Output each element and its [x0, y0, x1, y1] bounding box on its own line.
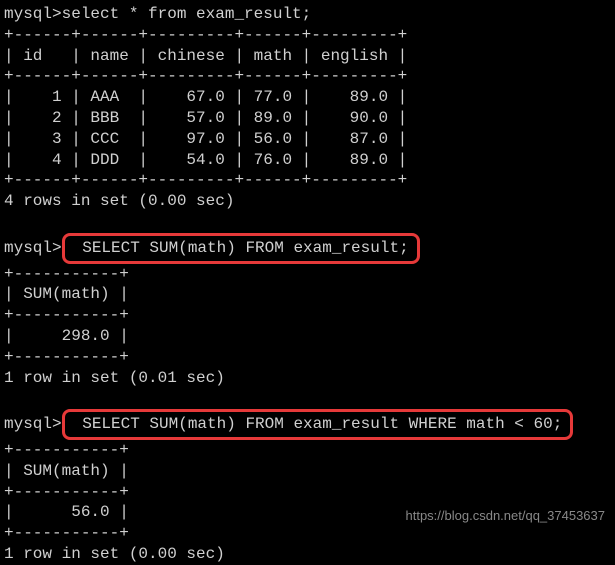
table3-border-mid: +-----------+ [0, 482, 615, 503]
query3-line[interactable]: mysql> SELECT SUM(math) FROM exam_result… [0, 409, 615, 440]
table3-status: 1 row in set (0.00 sec) [0, 544, 615, 565]
blank-line [0, 212, 615, 233]
table1-row: | 1 | AAA | 67.0 | 77.0 | 89.0 | [0, 87, 615, 108]
table1-header: | id | name | chinese | math | english | [0, 46, 615, 67]
query2-line[interactable]: mysql> SELECT SUM(math) FROM exam_result… [0, 233, 615, 264]
table1-row: | 2 | BBB | 57.0 | 89.0 | 90.0 | [0, 108, 615, 129]
table3-border-top: +-----------+ [0, 440, 615, 461]
query1-line[interactable]: mysql> select * from exam_result; [0, 4, 615, 25]
table2-header: | SUM(math) | [0, 284, 615, 305]
table2-border-mid: +-----------+ [0, 305, 615, 326]
mysql-prompt: mysql> [4, 238, 62, 259]
query2-highlight: SELECT SUM(math) FROM exam_result; [62, 233, 420, 264]
table1-border-top: +------+------+---------+------+--------… [0, 25, 615, 46]
query1-text: select * from exam_result; [62, 4, 312, 25]
table1-row: | 4 | DDD | 54.0 | 76.0 | 89.0 | [0, 150, 615, 171]
query3-highlight: SELECT SUM(math) FROM exam_result WHERE … [62, 409, 574, 440]
table3-header: | SUM(math) | [0, 461, 615, 482]
table1-status: 4 rows in set (0.00 sec) [0, 191, 615, 212]
mysql-prompt: mysql> [4, 4, 62, 25]
mysql-prompt: mysql> [4, 414, 62, 435]
table2-border-top: +-----------+ [0, 264, 615, 285]
watermark: https://blog.csdn.net/qq_37453637 [406, 508, 606, 525]
table2-border-bot: +-----------+ [0, 347, 615, 368]
table2-status: 1 row in set (0.01 sec) [0, 368, 615, 389]
blank-line [0, 388, 615, 409]
table1-border-mid: +------+------+---------+------+--------… [0, 66, 615, 87]
table1-border-bot: +------+------+---------+------+--------… [0, 170, 615, 191]
table3-border-bot: +-----------+ [0, 523, 615, 544]
table1-row: | 3 | CCC | 97.0 | 56.0 | 87.0 | [0, 129, 615, 150]
table2-row: | 298.0 | [0, 326, 615, 347]
